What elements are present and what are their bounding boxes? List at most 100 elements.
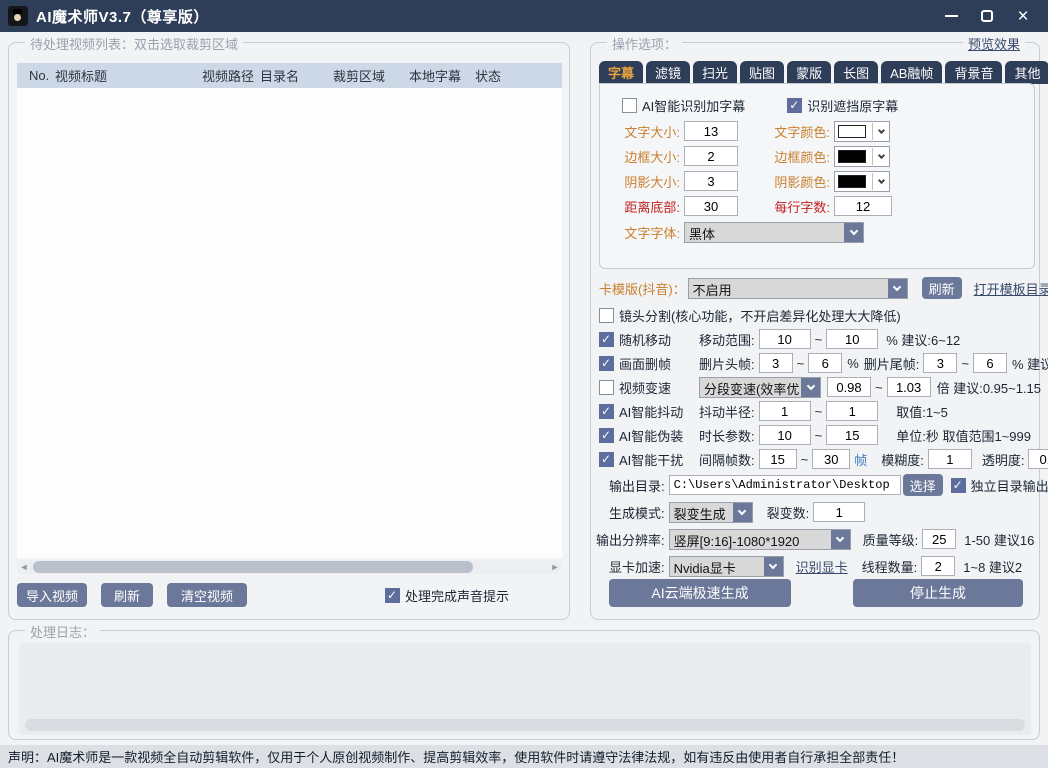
- jitter-max-input[interactable]: [826, 401, 878, 421]
- speed-mode-dropdown[interactable]: 分段变速(效率优: [699, 377, 821, 398]
- border-size-input[interactable]: [684, 146, 738, 166]
- interval-min-input[interactable]: [759, 449, 797, 469]
- detect-gpu-link[interactable]: 识别显卡: [796, 557, 848, 576]
- ai-interfere-checkbox[interactable]: AI智能干扰: [599, 450, 699, 469]
- ai-add-subtitle-checkbox[interactable]: AI智能识别加字幕: [622, 96, 745, 115]
- card-template-dropdown[interactable]: 不启用: [688, 278, 908, 299]
- select-dir-button[interactable]: 选择: [903, 474, 943, 496]
- move-range-label: 移动范围:: [699, 330, 755, 349]
- checkbox-icon: [385, 588, 400, 603]
- font-dropdown[interactable]: 黑体: [684, 222, 864, 243]
- cover-original-subtitle-checkbox[interactable]: 识别遮挡原字幕: [787, 96, 898, 115]
- preview-effect-link[interactable]: 预览效果: [963, 34, 1025, 53]
- speed-hint: 倍 建议:0.95~1.15: [937, 378, 1041, 397]
- close-button[interactable]: ×: [1012, 5, 1034, 27]
- resolution-dropdown[interactable]: 竖屏[9:16]-1080*1920: [669, 529, 851, 550]
- shadow-color-dropdown[interactable]: [834, 171, 890, 192]
- scroll-right-icon[interactable]: ►: [548, 562, 562, 572]
- tab-other[interactable]: 其他: [1005, 61, 1048, 84]
- col-path: 视频路径: [202, 66, 260, 85]
- col-title: 视频标题: [55, 66, 202, 85]
- cloud-generate-button[interactable]: AI云端极速生成: [609, 579, 791, 607]
- speed-max-input[interactable]: [887, 377, 931, 397]
- duration-min-input[interactable]: [759, 425, 811, 445]
- scroll-left-icon[interactable]: ◄: [17, 562, 31, 572]
- ai-add-subtitle-label: AI智能识别加字幕: [642, 96, 745, 115]
- checkbox-icon: [599, 452, 614, 467]
- shadow-size-label: 阴影大小:: [612, 172, 680, 191]
- quality-input[interactable]: [922, 529, 956, 549]
- independent-dir-checkbox[interactable]: 独立目录输出: [951, 476, 1048, 495]
- log-scrollbar[interactable]: [25, 719, 1025, 731]
- col-status: 状态: [475, 66, 515, 85]
- video-list-area[interactable]: [17, 88, 562, 558]
- output-dir-input[interactable]: [669, 475, 901, 495]
- quality-label: 质量等级:: [863, 530, 919, 549]
- thread-count-input[interactable]: [921, 556, 955, 576]
- text-color-dropdown[interactable]: [834, 121, 890, 142]
- ai-interfere-label: AI智能干扰: [619, 450, 699, 469]
- sound-alert-label: 处理完成声音提示: [405, 586, 509, 605]
- ai-disguise-checkbox[interactable]: AI智能伪装: [599, 426, 699, 445]
- tab-long-image[interactable]: 长图: [834, 61, 878, 84]
- scrollbar-thumb[interactable]: [33, 561, 473, 573]
- video-list-panel-label: 待处理视频列表：双击选取裁剪区域: [25, 34, 243, 53]
- opacity-input[interactable]: [1028, 449, 1048, 469]
- open-template-dir-link[interactable]: 打开模板目录: [974, 279, 1048, 298]
- tail-frame-min-input[interactable]: [923, 353, 957, 373]
- move-range-min-input[interactable]: [759, 329, 811, 349]
- fission-count-input[interactable]: [813, 502, 865, 522]
- statement-bar: 声明：AI魔术师是一款视频全自动剪辑软件，仅用于个人原创视频制作、提高剪辑效率，…: [0, 745, 1048, 768]
- blur-input[interactable]: [928, 449, 972, 469]
- horizontal-scrollbar[interactable]: ◄ ►: [17, 560, 562, 574]
- video-speed-checkbox[interactable]: 视频变速: [599, 378, 699, 397]
- log-area[interactable]: [19, 643, 1031, 735]
- log-panel: 处理日志：: [8, 630, 1040, 740]
- random-move-checkbox[interactable]: 随机移动: [599, 330, 699, 349]
- head-frame-max-input[interactable]: [808, 353, 842, 373]
- import-video-button[interactable]: 导入视频: [17, 583, 87, 607]
- video-list-panel: 待处理视频列表：双击选取裁剪区域 No. 视频标题 视频路径 目录名 裁剪区域 …: [8, 42, 570, 620]
- minimize-button[interactable]: [940, 5, 962, 27]
- tab-filter[interactable]: 滤镜: [646, 61, 690, 84]
- tab-sticker[interactable]: 贴图: [740, 61, 784, 84]
- frame-delete-checkbox[interactable]: 画面删帧: [599, 354, 699, 373]
- clear-videos-button[interactable]: 清空视频: [167, 583, 247, 607]
- chevron-down-icon: [872, 148, 889, 165]
- gpu-dropdown[interactable]: Nvidia显卡: [669, 556, 784, 577]
- tab-subtitle[interactable]: 字幕: [599, 61, 643, 84]
- tab-bgm[interactable]: 背景音: [945, 61, 1002, 84]
- border-color-dropdown[interactable]: [834, 146, 890, 167]
- checkbox-icon: [622, 98, 637, 113]
- duration-max-input[interactable]: [826, 425, 878, 445]
- move-range-max-input[interactable]: [826, 329, 878, 349]
- maximize-button[interactable]: [976, 5, 998, 27]
- jitter-min-input[interactable]: [759, 401, 811, 421]
- stop-generate-button[interactable]: 停止生成: [853, 579, 1023, 607]
- statement-text: 声明：AI魔术师是一款视频全自动剪辑软件，仅用于个人原创视频制作、提高剪辑效率，…: [8, 747, 904, 766]
- tab-sweep-light[interactable]: 扫光: [693, 61, 737, 84]
- options-panel: 操作选项： 预览效果 字幕 滤镜 扫光 贴图 蒙版 长图 AB融帧 背景音 其他…: [590, 42, 1040, 620]
- interval-max-input[interactable]: [812, 449, 850, 469]
- resolution-value: 竖屏[9:16]-1080*1920: [670, 530, 831, 549]
- tab-ab-frame[interactable]: AB融帧: [881, 61, 942, 84]
- refresh-list-button[interactable]: 刷新: [101, 583, 153, 607]
- head-frame-min-input[interactable]: [759, 353, 793, 373]
- refresh-template-button[interactable]: 刷新: [922, 277, 962, 299]
- tail-frame-max-input[interactable]: [973, 353, 1007, 373]
- tab-mask[interactable]: 蒙版: [787, 61, 831, 84]
- sound-alert-checkbox[interactable]: 处理完成声音提示: [385, 586, 509, 605]
- speed-min-input[interactable]: [827, 377, 871, 397]
- lens-split-checkbox[interactable]: 镜头分割(核心功能，不开启差异化处理大大降低): [599, 306, 901, 325]
- shadow-size-input[interactable]: [684, 171, 738, 191]
- chevron-down-icon: [844, 223, 863, 242]
- app-icon: [8, 6, 28, 26]
- bottom-distance-input[interactable]: [684, 196, 738, 216]
- chevron-down-icon: [764, 557, 783, 576]
- ai-jitter-checkbox[interactable]: AI智能抖动: [599, 402, 699, 421]
- text-size-input[interactable]: [684, 121, 738, 141]
- minimize-icon: [945, 15, 958, 17]
- chars-per-line-input[interactable]: [834, 196, 892, 216]
- gen-mode-dropdown[interactable]: 裂变生成: [669, 502, 753, 523]
- frame-delete-hint: % 建议:3~6: [1012, 354, 1048, 373]
